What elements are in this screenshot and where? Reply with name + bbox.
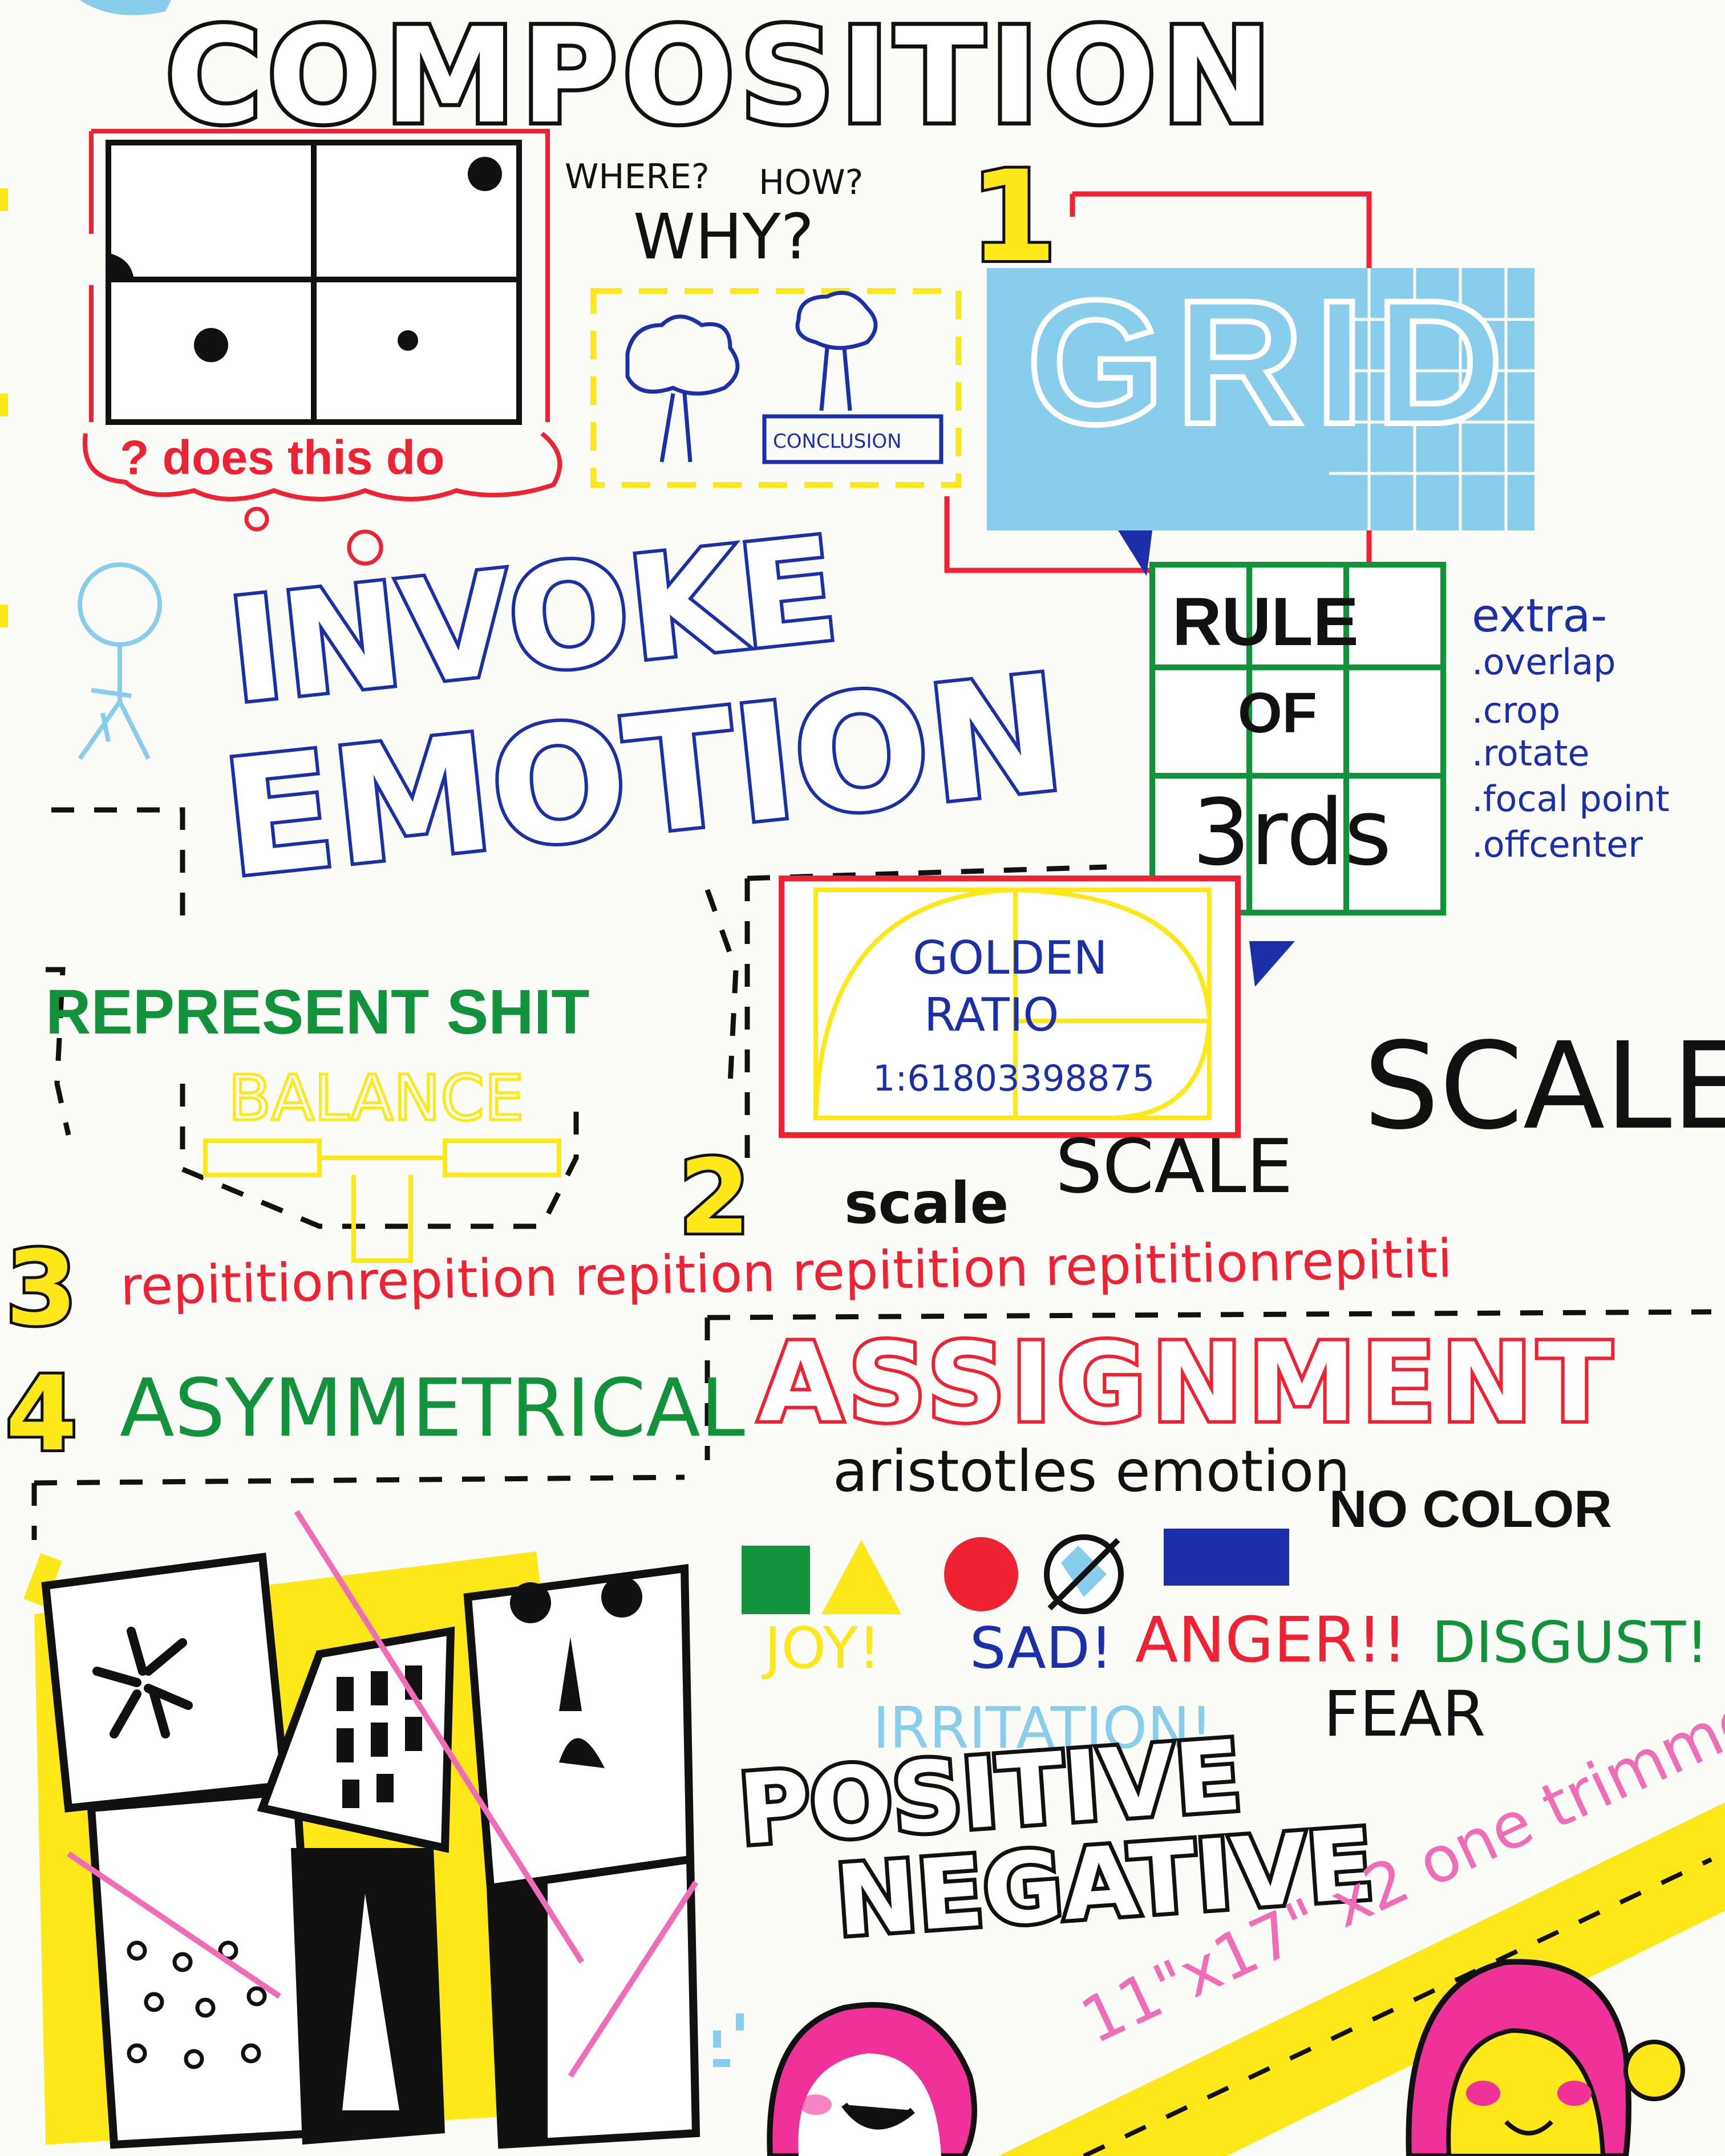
scale-word-medium: SCALE bbox=[1055, 1123, 1293, 1210]
assignment-heading: ASSIGNMENT bbox=[755, 1320, 1618, 1446]
grid-sketch-caption: ? does this do bbox=[120, 431, 445, 484]
extra-item: .offcenter bbox=[1472, 824, 1643, 865]
collage-figures bbox=[23, 1510, 700, 2149]
emotion-anger: ANGER!! bbox=[1135, 1603, 1407, 1676]
girl-face-left bbox=[767, 2002, 977, 2156]
aristotle-line: aristotles emotion bbox=[833, 1438, 1350, 1505]
emotion-sad: SAD! bbox=[970, 1615, 1113, 1681]
section-number-4: 4 bbox=[3, 1355, 80, 1474]
question-where: WHERE? bbox=[565, 157, 710, 197]
extra-item: .focal point bbox=[1472, 778, 1670, 820]
rule-of-thirds-line1: RULE bbox=[1172, 583, 1359, 660]
blue-rectangle-icon bbox=[1164, 1529, 1289, 1586]
represent-heading: REPRESENT SHIT bbox=[46, 977, 590, 1047]
tree-box bbox=[590, 288, 961, 488]
section-number-1: 1 bbox=[967, 144, 1060, 290]
grid-heading: GRID bbox=[1024, 263, 1515, 461]
red-circle-icon bbox=[944, 1537, 1018, 1611]
scale-word-large: SCALE bbox=[1363, 1016, 1725, 1156]
green-square-icon bbox=[742, 1546, 810, 1614]
yellow-triangle-icon bbox=[821, 1540, 901, 1614]
notebook-binding bbox=[0, 188, 8, 627]
extra-item: .crop bbox=[1472, 690, 1561, 731]
extra-item: .rotate bbox=[1472, 732, 1590, 774]
question-how: HOW? bbox=[759, 163, 864, 202]
sparkle-dots bbox=[713, 2013, 744, 2067]
golden-ratio-line2: RATIO bbox=[924, 988, 1059, 1041]
section-number-2: 2 bbox=[676, 1138, 753, 1257]
golden-ratio-value: 1:61803398875 bbox=[873, 1057, 1155, 1099]
no-color-note: NO COLOR bbox=[1329, 1480, 1612, 1538]
balance-scale bbox=[203, 1138, 561, 1263]
connector-triangle bbox=[1249, 941, 1295, 987]
conclusion-label: CONCLUSION bbox=[773, 430, 902, 453]
rule-of-thirds-line3: 3rds bbox=[1192, 779, 1392, 886]
balance-label: BALANCE bbox=[226, 1061, 525, 1134]
emotion-joy: JOY! bbox=[764, 1615, 881, 1681]
page-title: COMPOSITION bbox=[161, 1, 1277, 153]
sky-blob bbox=[80, 0, 171, 15]
golden-ratio-line1: GOLDEN bbox=[913, 931, 1108, 984]
extra-heading: extra- bbox=[1472, 589, 1607, 642]
asymmetrical-heading: ASYMMETRICAL bbox=[120, 1362, 745, 1455]
panel-grid-sketch bbox=[106, 140, 522, 425]
rule-of-thirds-line2: OF bbox=[1238, 681, 1317, 745]
person-sketch bbox=[78, 562, 162, 760]
emotion-fear: FEAR bbox=[1323, 1677, 1486, 1750]
girl-face-right bbox=[1406, 1959, 1685, 2156]
question-why: WHY? bbox=[633, 200, 815, 273]
emotion-disgust: DISGUST! bbox=[1432, 1609, 1709, 1676]
extra-item: .overlap bbox=[1472, 641, 1616, 683]
scale-word-small: scale bbox=[844, 1170, 1009, 1237]
section-number-3: 3 bbox=[3, 1229, 80, 1348]
